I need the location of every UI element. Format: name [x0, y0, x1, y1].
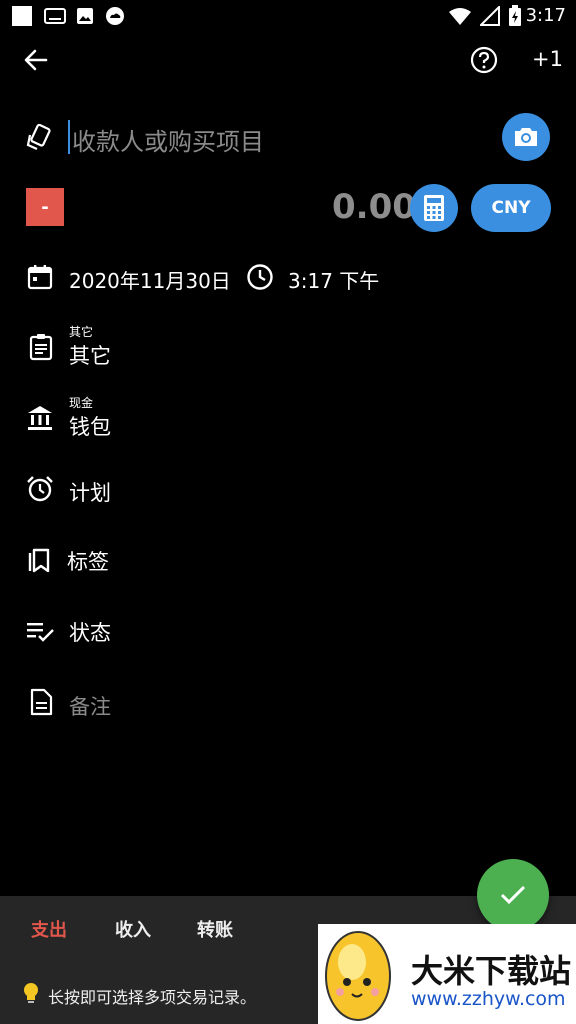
banner-url: www.zzhyw.com — [411, 988, 566, 1010]
account-field[interactable]: 钱包 — [69, 411, 111, 441]
status-time: 3:17 — [525, 5, 566, 26]
tags-field[interactable]: 标签 — [67, 546, 109, 576]
camera-icon — [515, 128, 537, 146]
image-icon — [77, 8, 93, 24]
tab-transfer[interactable]: 转账 — [197, 916, 233, 942]
alarm-icon — [27, 476, 53, 502]
tab-expense[interactable]: 支出 — [31, 916, 67, 942]
banner-title: 大米下载站 — [411, 952, 572, 990]
note-input[interactable]: 备注 — [69, 691, 111, 721]
wifi-icon — [449, 8, 471, 25]
camera-button[interactable] — [502, 113, 550, 161]
calendar-icon[interactable] — [26, 263, 54, 291]
rice-mascot-logo — [325, 931, 391, 1021]
check-icon — [500, 885, 526, 905]
account-group-label: 现金 — [69, 396, 94, 410]
plus-one-button[interactable]: +1 — [532, 47, 563, 71]
payee-input[interactable]: 收款人或购买项目 — [72, 122, 264, 157]
battery-icon — [509, 5, 521, 26]
tab-income[interactable]: 收入 — [115, 916, 151, 942]
expense-sign-toggle[interactable]: - — [26, 188, 64, 226]
note-document-icon — [30, 688, 53, 716]
clipboard-icon — [29, 334, 53, 361]
bank-icon — [28, 406, 52, 430]
cloud-app-icon — [106, 7, 124, 25]
confirm-button[interactable] — [477, 859, 549, 931]
checklist-icon — [27, 623, 54, 642]
text-cursor — [68, 120, 70, 154]
plan-field[interactable]: 计划 — [69, 477, 111, 507]
watermark-banner: 大米下载站 www.zzhyw.com — [318, 924, 576, 1024]
keyboard-icon — [44, 8, 66, 24]
clock-icon[interactable] — [246, 263, 274, 291]
time-field[interactable]: 3:17 下午 — [288, 265, 379, 294]
back-arrow-icon[interactable] — [22, 46, 50, 74]
help-icon[interactable] — [470, 46, 498, 74]
bookmarks-icon — [28, 548, 50, 573]
signal-icon — [480, 6, 500, 26]
lightbulb-icon — [24, 983, 38, 1003]
category-field[interactable]: 其它 — [69, 340, 111, 370]
amount-value[interactable]: 0.00 — [332, 187, 416, 227]
calculator-icon — [424, 195, 444, 221]
category-parent-label: 其它 — [69, 325, 94, 339]
receipt-tag-icon — [26, 123, 51, 151]
calculator-button[interactable] — [410, 184, 458, 232]
status-bar: 3:17 — [0, 0, 576, 32]
hint-text: 长按即可选择多项交易记录。 — [48, 988, 257, 1007]
status-field[interactable]: 状态 — [69, 617, 111, 647]
date-field[interactable]: 2020年11月30日 — [69, 265, 231, 294]
currency-button[interactable]: CNY — [471, 184, 551, 232]
notification-square-icon — [12, 6, 32, 26]
